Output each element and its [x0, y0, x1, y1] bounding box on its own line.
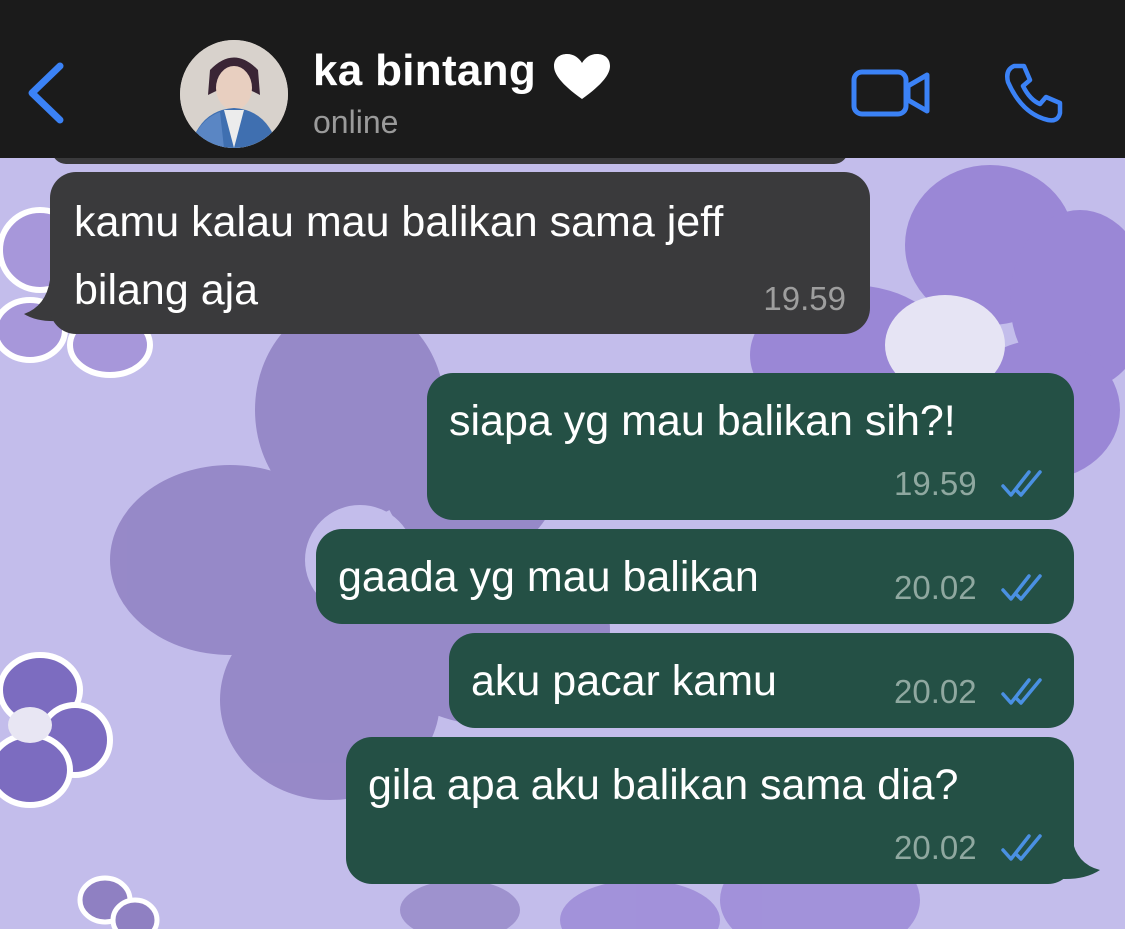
contact-status: online — [313, 104, 399, 140]
message-bubble-outgoing[interactable]: aku pacar kamu 20.02 — [449, 633, 1074, 728]
avatar-photo — [180, 40, 288, 148]
message-time: 19.59 — [894, 465, 977, 502]
message-bubble-outgoing[interactable]: gila apa aku balikan sama dia? 20.02 — [346, 737, 1074, 884]
double-check-icon — [1001, 470, 1042, 497]
contact-avatar[interactable] — [180, 40, 288, 148]
message-text-line: siapa yg mau balikan sih?! — [449, 397, 956, 445]
message-time: 20.02 — [894, 829, 977, 866]
double-check-icon — [1001, 678, 1042, 705]
message-text-line: gaada yg mau balikan — [338, 553, 759, 601]
chat-screen: ka bintang online kamu kalau mau balikan… — [0, 0, 1125, 929]
message-bubble-incoming[interactable]: kamu kalau mau balikan sama jeff bilang … — [50, 172, 870, 334]
white-heart-icon — [554, 54, 610, 99]
back-chevron-icon[interactable] — [18, 58, 78, 128]
message-bubble-outgoing[interactable]: siapa yg mau balikan sih?! 19.59 — [427, 373, 1074, 520]
video-call-icon[interactable] — [850, 66, 932, 120]
contact-name[interactable]: ka bintang — [313, 46, 536, 96]
message-bubble-outgoing[interactable]: gaada yg mau balikan 20.02 — [316, 529, 1074, 624]
double-check-icon — [1001, 574, 1042, 601]
message-text-line: kamu kalau mau balikan sama jeff — [74, 198, 724, 246]
message-time: 20.02 — [894, 673, 977, 710]
message-text-line: bilang aja — [74, 266, 259, 314]
message-time: 20.02 — [894, 569, 977, 606]
chat-header: ka bintang online — [0, 0, 1125, 158]
message-text-line: aku pacar kamu — [471, 657, 777, 705]
message-text-line: gila apa aku balikan sama dia? — [368, 761, 959, 809]
double-check-icon — [1001, 834, 1042, 861]
phone-call-icon[interactable] — [1000, 60, 1066, 126]
message-time: 19.59 — [763, 280, 846, 317]
